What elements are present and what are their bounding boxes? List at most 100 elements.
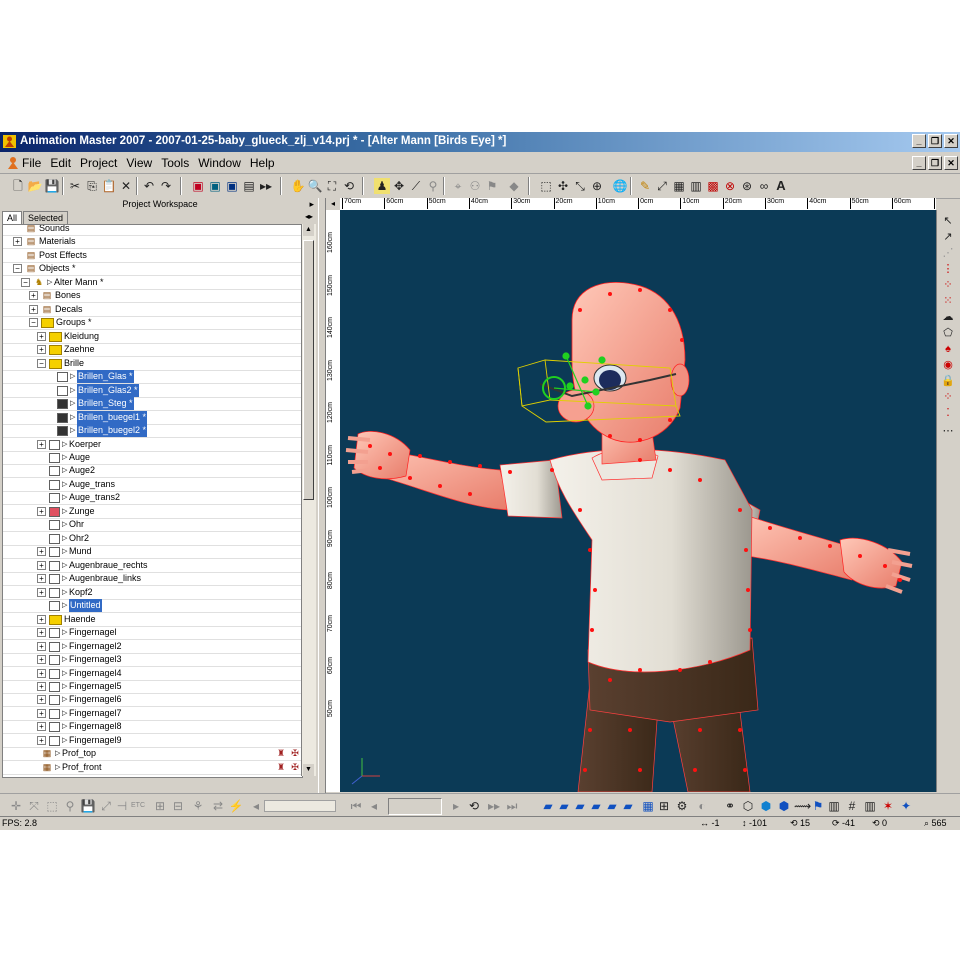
- mute-x-icon[interactable]: ✠: [289, 762, 301, 772]
- select-box-icon[interactable]: ⬚: [538, 178, 554, 194]
- expand-icon[interactable]: +: [37, 547, 46, 557]
- menu-tools[interactable]: Tools: [161, 156, 189, 170]
- doc-restore-button[interactable]: ❐: [928, 156, 942, 170]
- select-arrow-icon[interactable]: ↖: [941, 214, 955, 228]
- grid-icon[interactable]: #: [844, 798, 860, 814]
- bars-icon[interactable]: ▥: [862, 798, 878, 814]
- extrude-icon[interactable]: ⤢: [654, 178, 670, 194]
- spline-dots-icon[interactable]: ⋮: [941, 262, 955, 276]
- save-key-icon[interactable]: 💾: [80, 798, 96, 814]
- mesh-dots-icon[interactable]: ⁘: [941, 390, 955, 404]
- menu-file[interactable]: File: [22, 156, 41, 170]
- mute-icon[interactable]: ♜: [275, 748, 287, 758]
- group-color-swatch[interactable]: [49, 547, 60, 558]
- expand-icon[interactable]: +: [37, 708, 46, 718]
- split-icon[interactable]: ⊣: [114, 798, 130, 814]
- scale-icon[interactable]: ⤡: [572, 178, 588, 194]
- group-color-swatch[interactable]: [49, 601, 60, 612]
- menu-project[interactable]: Project: [80, 156, 117, 170]
- play-range-icon[interactable]: ▸▸: [258, 178, 274, 194]
- tree-row[interactable]: + ▷ Fingernagel2: [3, 640, 302, 654]
- expand-icon[interactable]: +: [37, 681, 46, 691]
- patch-dots-icon[interactable]: ⁘: [941, 278, 955, 292]
- muscle-mode-icon[interactable]: ✥: [391, 178, 407, 194]
- pin-icon[interactable]: ✦: [898, 798, 914, 814]
- rotate-icon[interactable]: ⊕: [589, 178, 605, 194]
- expand-icon[interactable]: +: [37, 439, 46, 449]
- text-tool-icon[interactable]: A: [773, 178, 789, 194]
- group-color-swatch[interactable]: [49, 668, 60, 679]
- tree-row[interactable]: + ▷ Augenbraue_links: [3, 572, 302, 587]
- copy-icon[interactable]: ⎘: [84, 178, 100, 194]
- tree-row[interactable]: ▦ ▷ Prof_front ♜ ✠: [3, 761, 302, 775]
- group-color-swatch[interactable]: [57, 385, 68, 396]
- cloud-icon[interactable]: ☁: [941, 310, 955, 324]
- timeline-left-icon[interactable]: ◂: [248, 798, 264, 814]
- group-color-swatch[interactable]: [49, 708, 60, 719]
- redo-icon[interactable]: ↷: [158, 178, 174, 194]
- expand-icon[interactable]: +: [37, 560, 46, 570]
- tree-row[interactable]: + Kleidung: [3, 330, 302, 344]
- tree-row[interactable]: + ▷ Kopf2: [3, 586, 302, 600]
- timeline-slider[interactable]: [264, 800, 336, 812]
- group-color-swatch[interactable]: [49, 655, 60, 666]
- tree-row[interactable]: + Haende: [3, 613, 302, 627]
- lock-icon[interactable]: 🔒: [941, 374, 955, 388]
- group-color-swatch[interactable]: [57, 372, 68, 383]
- next-frame-icon[interactable]: ▸: [448, 798, 464, 814]
- tree-row[interactable]: + ▷ Fingernagel9: [3, 734, 302, 748]
- first-frame-icon[interactable]: ⏮: [348, 798, 364, 814]
- tree-row[interactable]: ▷ Ohr: [3, 518, 302, 533]
- peak-icon[interactable]: ⊗: [722, 178, 738, 194]
- view-bottom-icon[interactable]: ▰: [620, 798, 636, 814]
- render-icon[interactable]: ▣: [190, 178, 206, 194]
- tree-row[interactable]: ▷ Brillen_buegel2 *: [3, 424, 302, 439]
- tree-row[interactable]: − ▤ Objects *: [3, 262, 302, 277]
- doc-close-button[interactable]: ✕: [944, 156, 958, 170]
- menu-edit[interactable]: Edit: [50, 156, 71, 170]
- hand-pan-icon[interactable]: ✋: [290, 178, 306, 194]
- ik-icon[interactable]: ⌖: [450, 178, 466, 194]
- cut-icon[interactable]: ✂: [67, 178, 83, 194]
- open-folder-icon[interactable]: 📂: [27, 178, 43, 194]
- magnet-icon[interactable]: ▩: [705, 178, 721, 194]
- group-color-swatch[interactable]: [57, 412, 68, 423]
- view-front-icon[interactable]: ▰: [540, 798, 556, 814]
- group-color-swatch[interactable]: [49, 641, 60, 652]
- tree-row[interactable]: + ▷ Fingernagel5: [3, 680, 302, 694]
- etc-icon[interactable]: ETC: [130, 798, 146, 814]
- group-color-swatch[interactable]: [57, 399, 68, 410]
- tabs-scroll-arrows-icon[interactable]: ◂▸: [302, 211, 316, 223]
- tree-row[interactable]: + ▷ Fingernagel7: [3, 707, 302, 721]
- group-color-swatch[interactable]: [49, 587, 60, 598]
- tree-row[interactable]: − ♞ ▷ Alter Mann *: [3, 276, 302, 290]
- flag-icon[interactable]: ⚑: [810, 798, 826, 814]
- view-back-icon[interactable]: ▰: [556, 798, 572, 814]
- loop-icon[interactable]: ⟲: [466, 798, 482, 814]
- keyframe-icon[interactable]: ◆: [506, 178, 522, 194]
- collapse-icon[interactable]: −: [37, 358, 46, 368]
- group-color-swatch[interactable]: [57, 426, 68, 437]
- scale-key-icon[interactable]: ⤧: [26, 798, 42, 814]
- view-birdseye-icon[interactable]: ▦: [640, 798, 656, 814]
- turn-icon[interactable]: ⟲: [341, 178, 357, 194]
- tree-row[interactable]: ▷ Brillen_Glas *: [3, 370, 302, 385]
- bolt-icon[interactable]: ⚡: [228, 798, 244, 814]
- tab-selected[interactable]: Selected: [23, 211, 69, 224]
- tree-row[interactable]: + ▷ Fingernagel8: [3, 720, 302, 735]
- menu-window[interactable]: Window: [198, 156, 241, 170]
- expand-icon[interactable]: +: [37, 641, 46, 651]
- workspace-menu-arrow-icon[interactable]: ▸: [309, 198, 314, 210]
- group-color-swatch[interactable]: [49, 466, 60, 477]
- render-to-file-icon[interactable]: ▣: [224, 178, 240, 194]
- tree-row[interactable]: + ▷ Koerper: [3, 438, 302, 452]
- expand-icon[interactable]: +: [37, 587, 46, 597]
- expand-icon[interactable]: +: [37, 695, 46, 705]
- tree-row[interactable]: ▷ Brillen_Glas2 *: [3, 383, 302, 398]
- group-color-swatch[interactable]: [49, 493, 60, 504]
- minimize-button[interactable]: _: [912, 134, 926, 148]
- fork-icon[interactable]: ⚘: [190, 798, 206, 814]
- expand-icon[interactable]: +: [29, 291, 38, 301]
- tree-row[interactable]: + ▷ Zunge: [3, 505, 302, 519]
- tree-row[interactable]: ▤ Post Effects: [3, 249, 302, 263]
